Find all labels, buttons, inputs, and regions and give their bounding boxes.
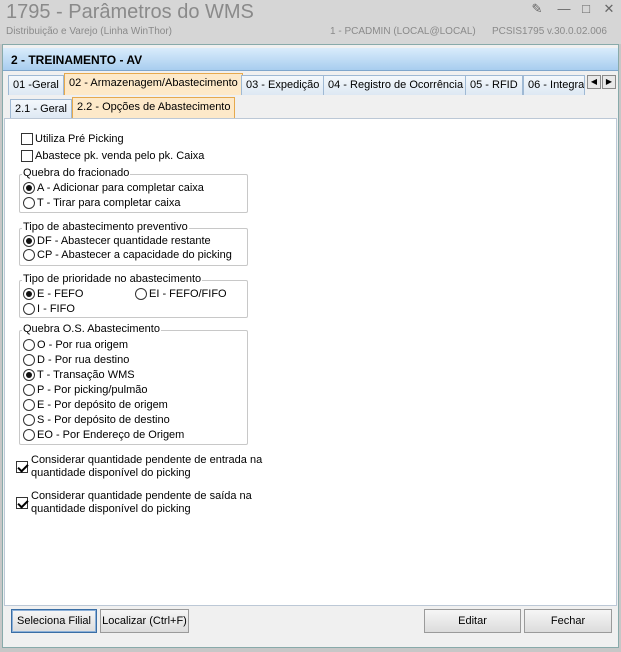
radio-label: E - Por depósito de origem	[37, 399, 168, 412]
tab-label: 03 - Expedição	[246, 79, 320, 91]
checkbox-label-line1: Considerar quantidade pendente de entrad…	[31, 454, 263, 466]
checkbox-label: Utiliza Pré Picking	[35, 133, 124, 146]
quebra-fracionado-legend: Quebra do fracionado	[22, 167, 131, 179]
close-icon[interactable]: ✕	[600, 1, 618, 17]
radio-deposito-origem[interactable]: E - Por depósito de origem	[23, 399, 168, 412]
considerar-entrada-checkbox[interactable]: Considerar quantidade pendente de entrad…	[16, 454, 262, 479]
radio-fefo[interactable]: E - FEFO	[23, 288, 84, 301]
radio-picking-pulmao[interactable]: P - Por picking/pulmão	[23, 384, 148, 397]
tab-rfid[interactable]: 05 - RFID	[465, 75, 523, 95]
window-subtitle: Distribuição e Varejo (Linha WinThor)	[6, 26, 172, 37]
radio-button[interactable]	[135, 288, 147, 301]
checkbox-box[interactable]	[16, 461, 28, 474]
options-panel: Utiliza Pré Picking Abastece pk. venda p…	[4, 118, 617, 606]
tab-expedicao[interactable]: 03 - Expedição	[241, 75, 325, 95]
radio-button[interactable]	[23, 429, 35, 442]
tab-label: 01 -Geral	[13, 79, 59, 91]
radio-button[interactable]	[23, 369, 35, 382]
localizar-button[interactable]: Localizar (Ctrl+F)	[100, 609, 189, 633]
checkbox-label-line1: Considerar quantidade pendente de saída …	[31, 490, 252, 502]
subtab-label: 2.1 - Geral	[15, 103, 67, 115]
tab-armazenagem[interactable]: 02 - Armazenagem/Abastecimento	[64, 73, 243, 95]
checkbox-box[interactable]	[16, 497, 28, 510]
subtab-geral[interactable]: 2.1 - Geral	[10, 99, 72, 119]
checkbox-label: Abastece pk. venda pelo pk. Caixa	[35, 150, 205, 163]
tab-label: 02 - Armazenagem/Abastecimento	[69, 77, 238, 89]
pre-picking-checkbox[interactable]: Utiliza Pré Picking	[21, 133, 124, 146]
radio-button[interactable]	[23, 414, 35, 427]
radio-fifo[interactable]: I - FIFO	[23, 303, 75, 316]
radio-label: T - Transação WMS	[37, 369, 135, 382]
radio-label: EO - Por Endereço de Origem	[37, 429, 185, 442]
radio-rua-destino[interactable]: D - Por rua destino	[23, 354, 130, 367]
radio-rua-origem[interactable]: O - Por rua origem	[23, 339, 129, 352]
tab-registro-ocorrencia[interactable]: 04 - Registro de Ocorrência	[323, 75, 469, 95]
radio-label: A - Adicionar para completar caixa	[37, 182, 204, 195]
tab-scroll-left-icon[interactable]: ◀	[587, 75, 601, 89]
radio-tirar[interactable]: T - Tirar para completar caixa	[23, 197, 181, 210]
radio-button[interactable]	[23, 384, 35, 397]
abastece-pk-checkbox[interactable]: Abastece pk. venda pelo pk. Caixa	[21, 150, 205, 163]
radio-cp[interactable]: CP - Abastecer a capacidade do picking	[23, 249, 232, 262]
radio-label: DF - Abastecer quantidade restante	[37, 235, 211, 248]
radio-button[interactable]	[23, 249, 35, 262]
company-header: 2 - TREINAMENTO - AV	[3, 48, 618, 71]
tab-scroll-right-icon[interactable]: ▶	[602, 75, 616, 89]
checkbox-label-line2: quantidade disponível do picking	[31, 467, 191, 479]
radio-label: EI - FEFO/FIFO	[149, 288, 227, 301]
radio-deposito-destino[interactable]: S - Por depósito de destino	[23, 414, 170, 427]
version-label: PCSIS1795 v.30.0.02.006	[492, 26, 607, 37]
tab-label: 06 - Integra	[528, 79, 585, 91]
radio-adicionar[interactable]: A - Adicionar para completar caixa	[23, 182, 204, 195]
radio-label: I - FIFO	[37, 303, 75, 316]
editar-button[interactable]: Editar	[424, 609, 521, 633]
radio-df[interactable]: DF - Abastecer quantidade restante	[23, 235, 211, 248]
tipo-abastecimento-legend: Tipo de abastecimento preventivo	[22, 221, 189, 233]
radio-transacao-wms[interactable]: T - Transação WMS	[23, 369, 135, 382]
radio-label: CP - Abastecer a capacidade do picking	[37, 249, 232, 262]
title-bar: 1795 - Parâmetros do WMS Distribuição e …	[0, 0, 621, 44]
considerar-saida-checkbox[interactable]: Considerar quantidade pendente de saída …	[16, 490, 252, 515]
subtab-label: 2.2 - Opções de Abastecimento	[77, 101, 231, 113]
radio-fefo-fifo[interactable]: EI - FEFO/FIFO	[135, 288, 227, 301]
radio-button[interactable]	[23, 339, 35, 352]
radio-endereco-origem[interactable]: EO - Por Endereço de Origem	[23, 429, 185, 442]
maximize-icon[interactable]: □	[577, 1, 595, 17]
seleciona-filial-button[interactable]: Seleciona Filial	[11, 609, 97, 633]
fechar-button[interactable]: Fechar	[524, 609, 612, 633]
user-info: 1 - PCADMIN (LOCAL@LOCAL)	[330, 26, 476, 37]
tab-integra[interactable]: 06 - Integra	[523, 75, 585, 95]
radio-button[interactable]	[23, 235, 35, 248]
radio-button[interactable]	[23, 303, 35, 316]
radio-button[interactable]	[23, 197, 35, 210]
radio-label: E - FEFO	[37, 288, 84, 301]
radio-label: O - Por rua origem	[37, 339, 129, 352]
radio-label: D - Por rua destino	[37, 354, 130, 367]
minimize-icon[interactable]: —	[555, 1, 573, 17]
checkbox-box[interactable]	[21, 133, 33, 146]
radio-button[interactable]	[23, 399, 35, 412]
subtab-opcoes-abastecimento[interactable]: 2.2 - Opções de Abastecimento	[72, 97, 236, 119]
radio-label: P - Por picking/pulmão	[37, 384, 148, 397]
tab-label: 04 - Registro de Ocorrência	[328, 79, 464, 91]
tab-label: 05 - RFID	[470, 79, 518, 91]
radio-label: S - Por depósito de destino	[37, 414, 170, 427]
edit-icon[interactable]: ✎	[528, 1, 546, 17]
checkbox-box[interactable]	[21, 150, 33, 163]
radio-label: T - Tirar para completar caixa	[37, 197, 181, 210]
radio-button[interactable]	[23, 354, 35, 367]
tab-geral[interactable]: 01 -Geral	[8, 75, 64, 95]
radio-button[interactable]	[23, 288, 35, 301]
company-title: 2 - TREINAMENTO - AV	[11, 53, 143, 67]
radio-button[interactable]	[23, 182, 35, 195]
quebra-os-legend: Quebra O.S. Abastecimento	[22, 323, 161, 335]
tipo-prioridade-legend: Tipo de prioridade no abastecimento	[22, 273, 203, 285]
checkbox-label-line2: quantidade disponível do picking	[31, 503, 191, 515]
window-title: 1795 - Parâmetros do WMS	[6, 1, 254, 23]
